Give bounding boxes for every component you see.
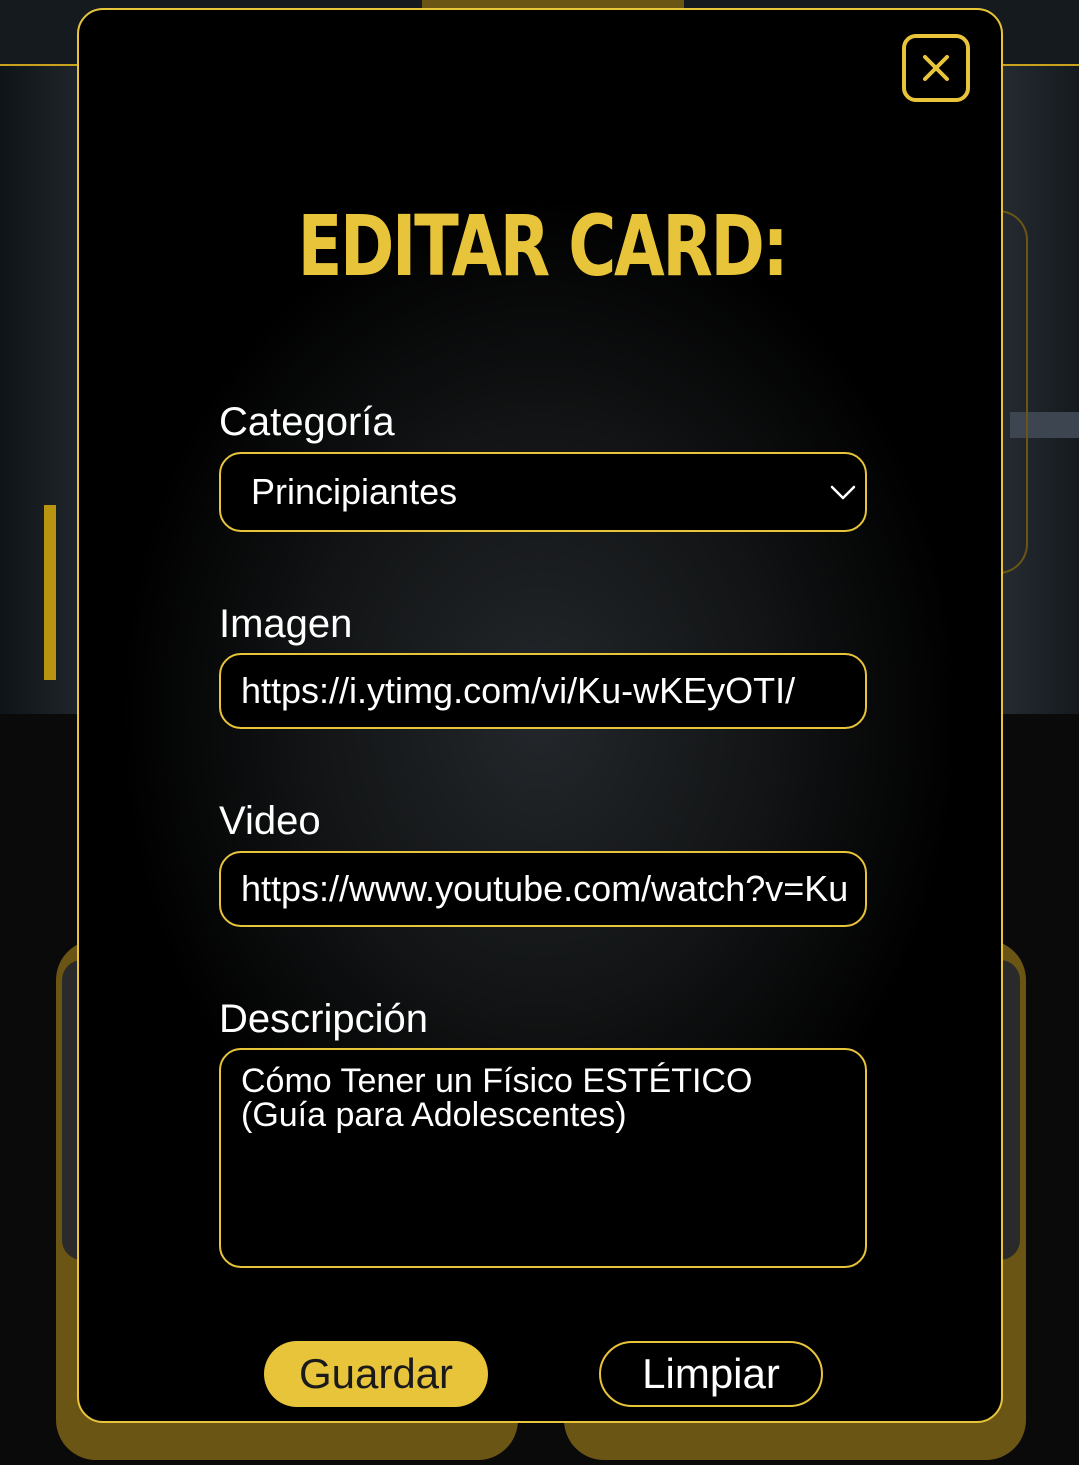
modal-title: EDITAR CARD:: [297, 197, 789, 295]
description-label: Descripción: [219, 997, 428, 1041]
chevron-down-icon: [830, 485, 856, 500]
category-select[interactable]: Principiantes: [219, 452, 867, 532]
description-textarea[interactable]: Cómo Tener un Físico ESTÉTICO (Guía para…: [219, 1048, 867, 1268]
category-selected-value: Principiantes: [251, 471, 458, 512]
background-active-tab: [422, 0, 684, 8]
video-url-value: https://www.youtube.com/watch?v=Ku: [241, 868, 847, 909]
category-label: Categoría: [219, 400, 395, 444]
image-url-value: https://i.ytimg.com/vi/Ku-wKEyOTI/: [241, 670, 796, 711]
save-button[interactable]: Guardar: [264, 1341, 488, 1407]
close-icon: [923, 55, 949, 81]
background-card-image: [1000, 960, 1020, 1260]
clear-button[interactable]: Limpiar: [599, 1341, 823, 1407]
page: EDITAR CARD: Categoría Principiantes Ima…: [0, 0, 1079, 1465]
video-url-input[interactable]: https://www.youtube.com/watch?v=Ku: [219, 851, 867, 927]
background-hero-detail: [44, 505, 56, 680]
video-label: Video: [219, 799, 321, 843]
image-url-input[interactable]: https://i.ytimg.com/vi/Ku-wKEyOTI/: [219, 653, 867, 729]
description-value: Cómo Tener un Físico ESTÉTICO (Guía para…: [241, 1062, 753, 1134]
close-button[interactable]: [902, 34, 970, 102]
image-label: Imagen: [219, 602, 353, 646]
edit-card-modal: EDITAR CARD: Categoría Principiantes Ima…: [77, 8, 1003, 1423]
